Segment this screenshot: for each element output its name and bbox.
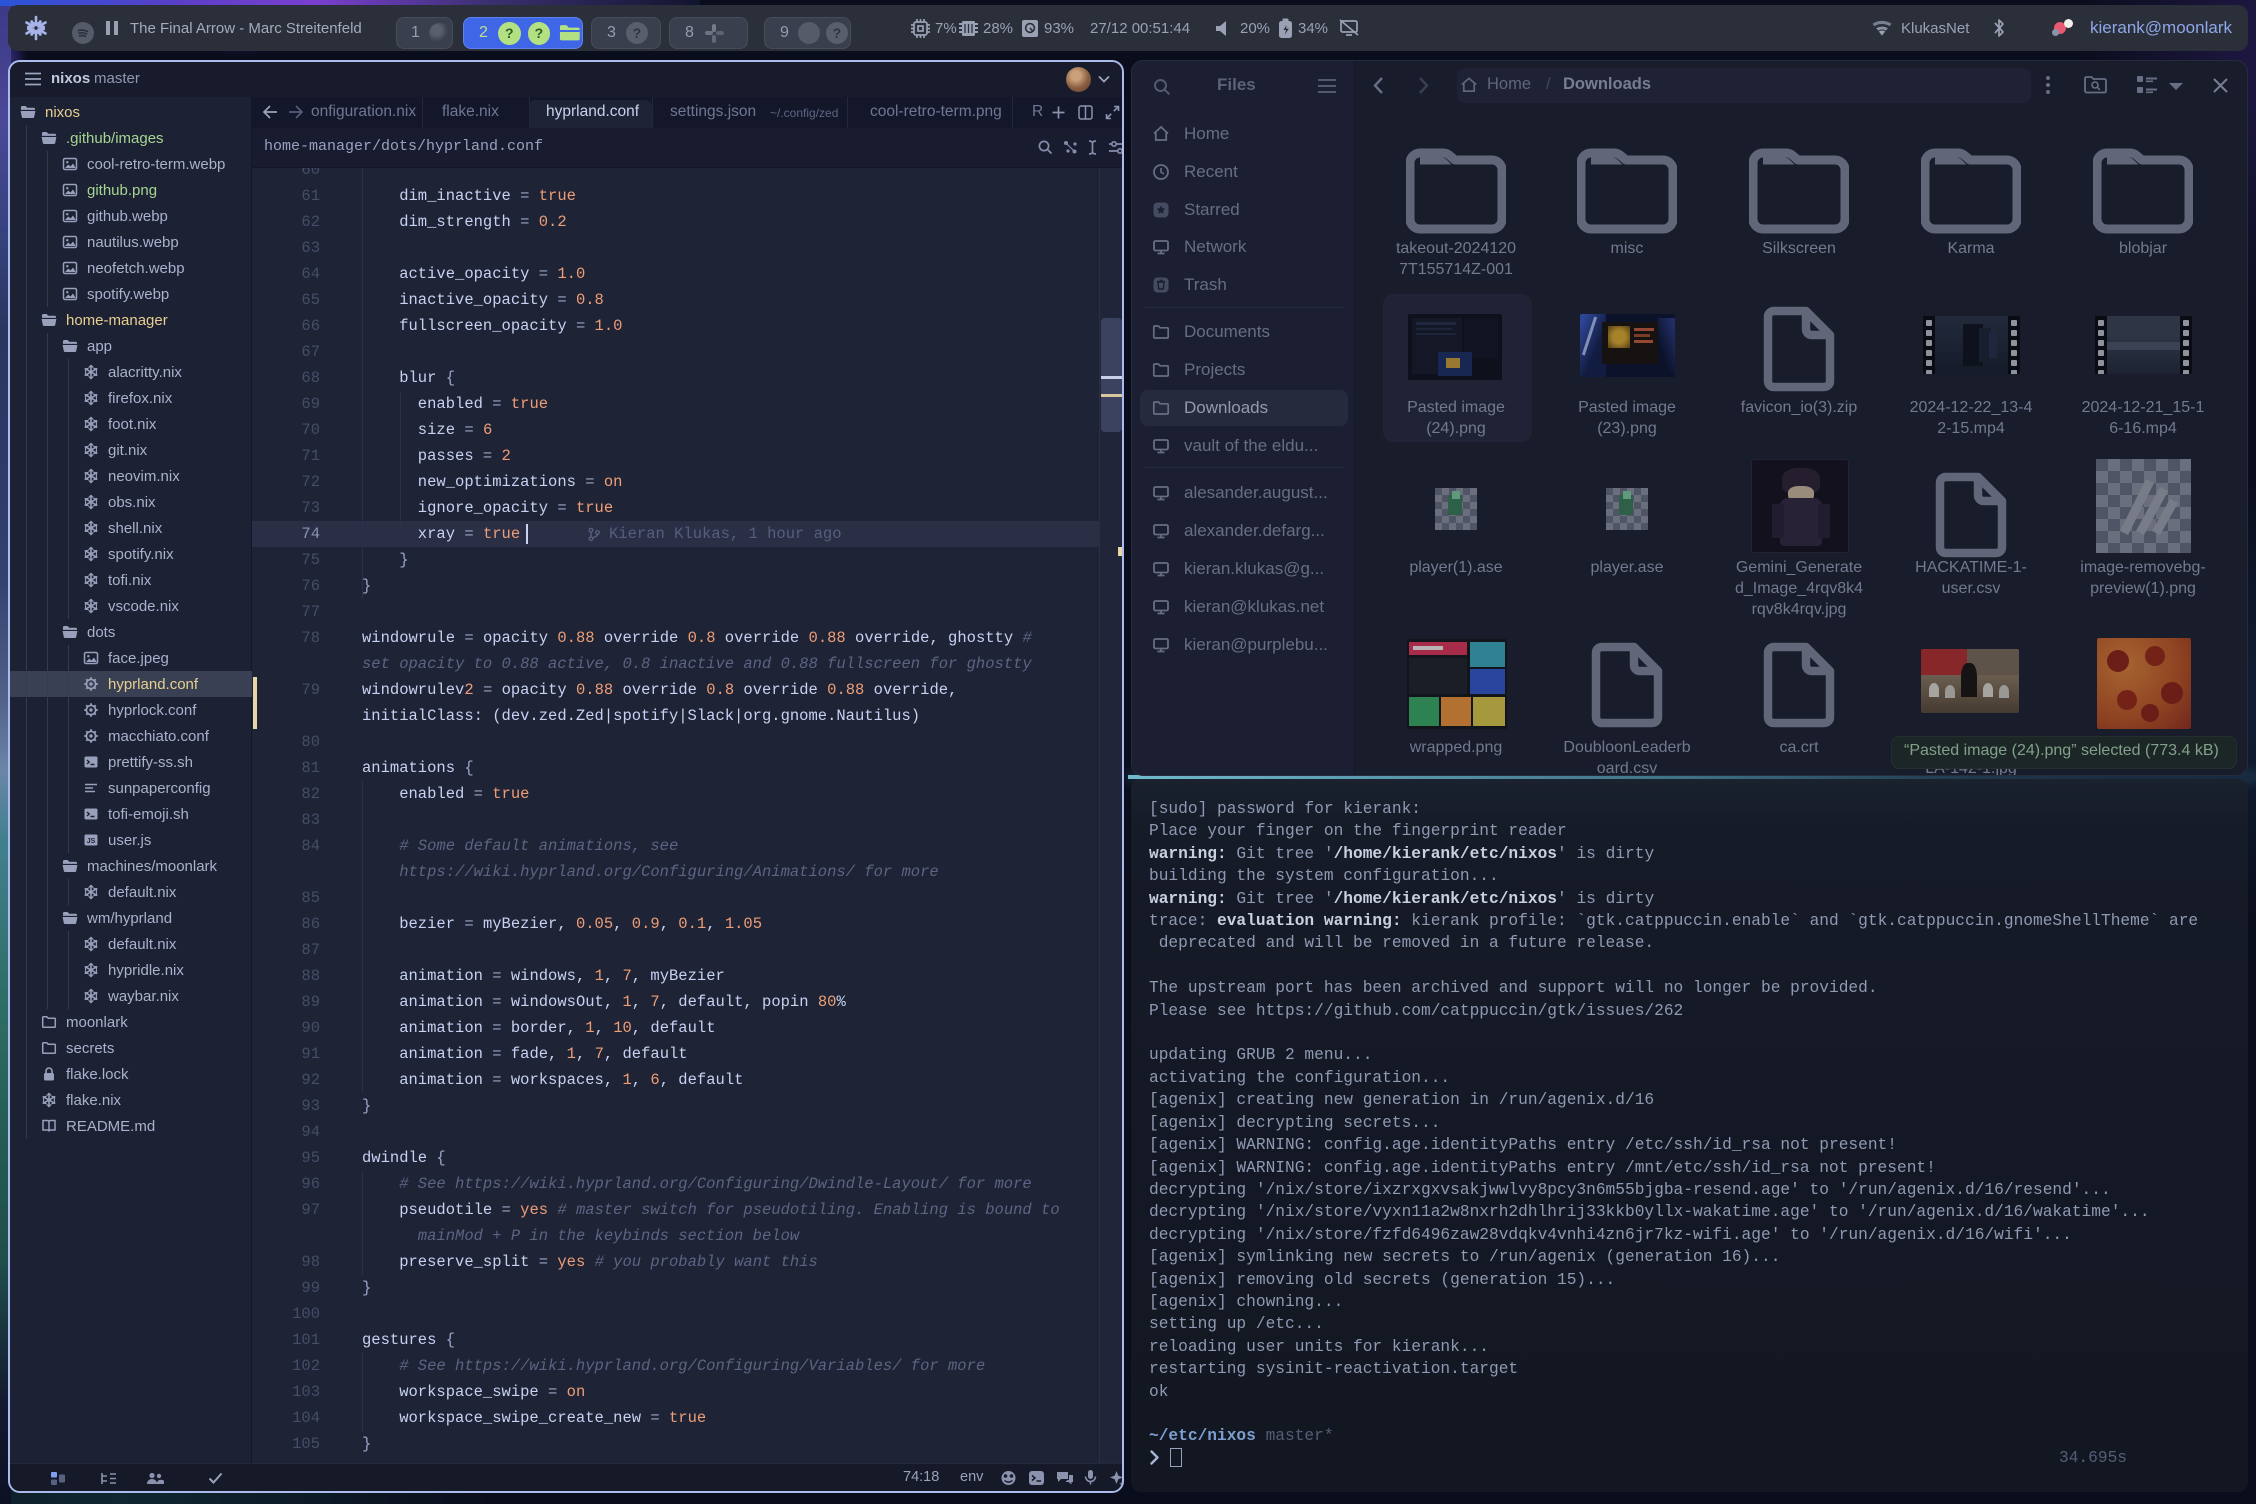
svg-text:JS: JS — [87, 838, 96, 845]
